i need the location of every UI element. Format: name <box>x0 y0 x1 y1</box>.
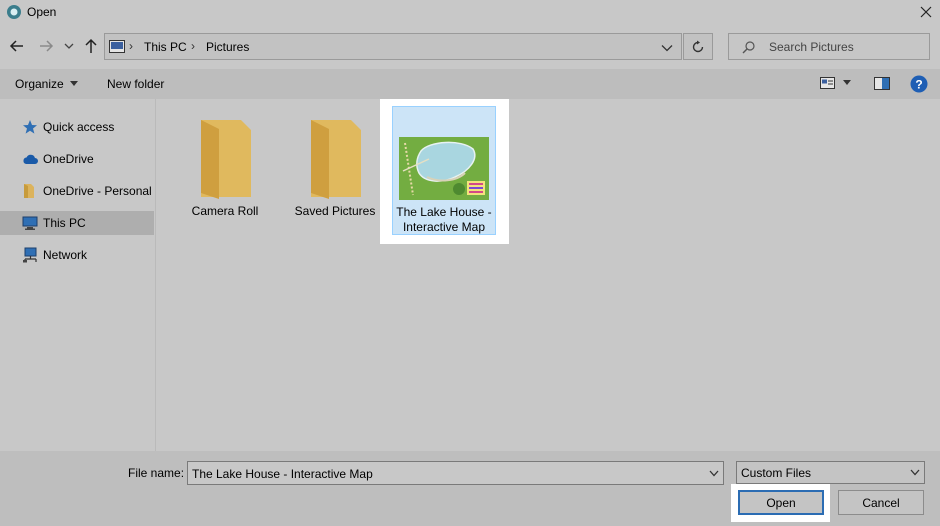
map-thumbnail-image <box>399 137 489 200</box>
view-options-button[interactable] <box>820 77 851 89</box>
file-dialog-footer: File name: The Lake House - Interactive … <box>0 451 940 526</box>
file-lake-house-map[interactable]: The Lake House - Interactive Map <box>392 106 496 235</box>
sidebar-item-this-pc[interactable]: This PC <box>0 211 154 235</box>
sidebar-item-label: This PC <box>43 216 86 230</box>
sidebar-item-onedrive[interactable]: OneDrive <box>0 147 154 171</box>
sidebar-item-label: OneDrive - Personal <box>43 184 152 198</box>
folder-camera-roll[interactable]: Camera Roll <box>170 112 280 227</box>
cloud-icon <box>23 154 38 164</box>
arrow-up-icon <box>85 38 97 53</box>
chevron-down-icon[interactable] <box>661 44 673 52</box>
file-name-line: Interactive Map <box>402 220 486 234</box>
back-button[interactable] <box>6 35 28 57</box>
folder-saved-pictures[interactable]: Saved Pictures <box>280 112 390 227</box>
file-type-select[interactable]: Custom Files <box>736 461 925 484</box>
file-name-value: The Lake House - Interactive Map <box>192 467 373 481</box>
breadcrumb-pictures[interactable]: Pictures <box>206 40 249 54</box>
refresh-icon <box>692 40 704 52</box>
arrow-left-icon <box>9 40 23 52</box>
computer-icon <box>22 216 38 230</box>
sidebar-item-network[interactable]: Network <box>0 243 154 267</box>
sidebar-item-label: Network <box>43 248 88 262</box>
chevron-down-icon <box>64 43 74 49</box>
command-bar: Organize New folder ? <box>0 69 940 99</box>
window-title: Open <box>27 5 57 19</box>
breadcrumb-separator: › <box>191 39 195 53</box>
chevron-down-icon[interactable] <box>709 470 719 477</box>
file-type-value: Custom Files <box>741 466 812 480</box>
close-icon[interactable] <box>919 5 933 19</box>
new-folder-button[interactable]: New folder <box>107 77 164 91</box>
caret-down-icon <box>843 80 851 85</box>
file-name-input[interactable]: The Lake House - Interactive Map <box>187 461 724 485</box>
arrow-right-icon <box>40 40 54 52</box>
file-name: Saved Pictures <box>294 204 376 218</box>
file-name-line: The Lake House - <box>396 205 492 219</box>
file-list: Camera Roll Saved Pictures The Lake Hous… <box>157 99 940 451</box>
help-icon[interactable]: ? <box>910 75 928 93</box>
folder-icon <box>24 184 34 198</box>
pictures-location-icon <box>109 40 125 53</box>
file-name: Camera Roll <box>191 204 259 218</box>
breadcrumb-this-pc[interactable]: This PC <box>144 40 187 54</box>
chevron-down-icon <box>910 469 920 476</box>
recent-locations-button[interactable] <box>60 35 78 57</box>
app-icon <box>7 5 21 19</box>
view-icon <box>820 77 835 89</box>
network-icon <box>23 247 37 263</box>
svg-text:?: ? <box>915 78 922 92</box>
open-button[interactable]: Open <box>738 490 824 515</box>
refresh-button[interactable] <box>683 33 713 60</box>
address-bar[interactable]: › This PC › Pictures <box>104 33 682 60</box>
organize-label: Organize <box>15 77 64 91</box>
up-button[interactable] <box>80 35 102 57</box>
cancel-button[interactable]: Cancel <box>838 490 924 515</box>
sidebar-item-onedrive-personal[interactable]: OneDrive - Personal <box>0 179 154 203</box>
title-bar: Open <box>0 0 940 24</box>
preview-pane-icon[interactable] <box>874 77 890 90</box>
folder-icon <box>201 120 251 199</box>
sidebar-item-label: OneDrive <box>43 152 94 166</box>
breadcrumb-separator: › <box>129 39 133 53</box>
organize-button[interactable]: Organize <box>15 77 78 91</box>
sidebar-item-label: Quick access <box>43 120 115 134</box>
search-icon <box>742 41 755 54</box>
search-box[interactable]: Search Pictures <box>728 33 930 60</box>
forward-button[interactable] <box>35 35 57 57</box>
file-name-label: File name: <box>128 466 185 480</box>
folder-icon <box>311 120 361 199</box>
star-icon <box>23 120 37 134</box>
file-name: The Lake House - Interactive Map <box>393 205 495 235</box>
sidebar-item-quick-access[interactable]: Quick access <box>0 115 154 139</box>
caret-down-icon <box>69 81 78 86</box>
navigation-pane: Quick access OneDrive OneDrive - Persona… <box>0 99 156 451</box>
search-placeholder: Search Pictures <box>769 40 854 54</box>
